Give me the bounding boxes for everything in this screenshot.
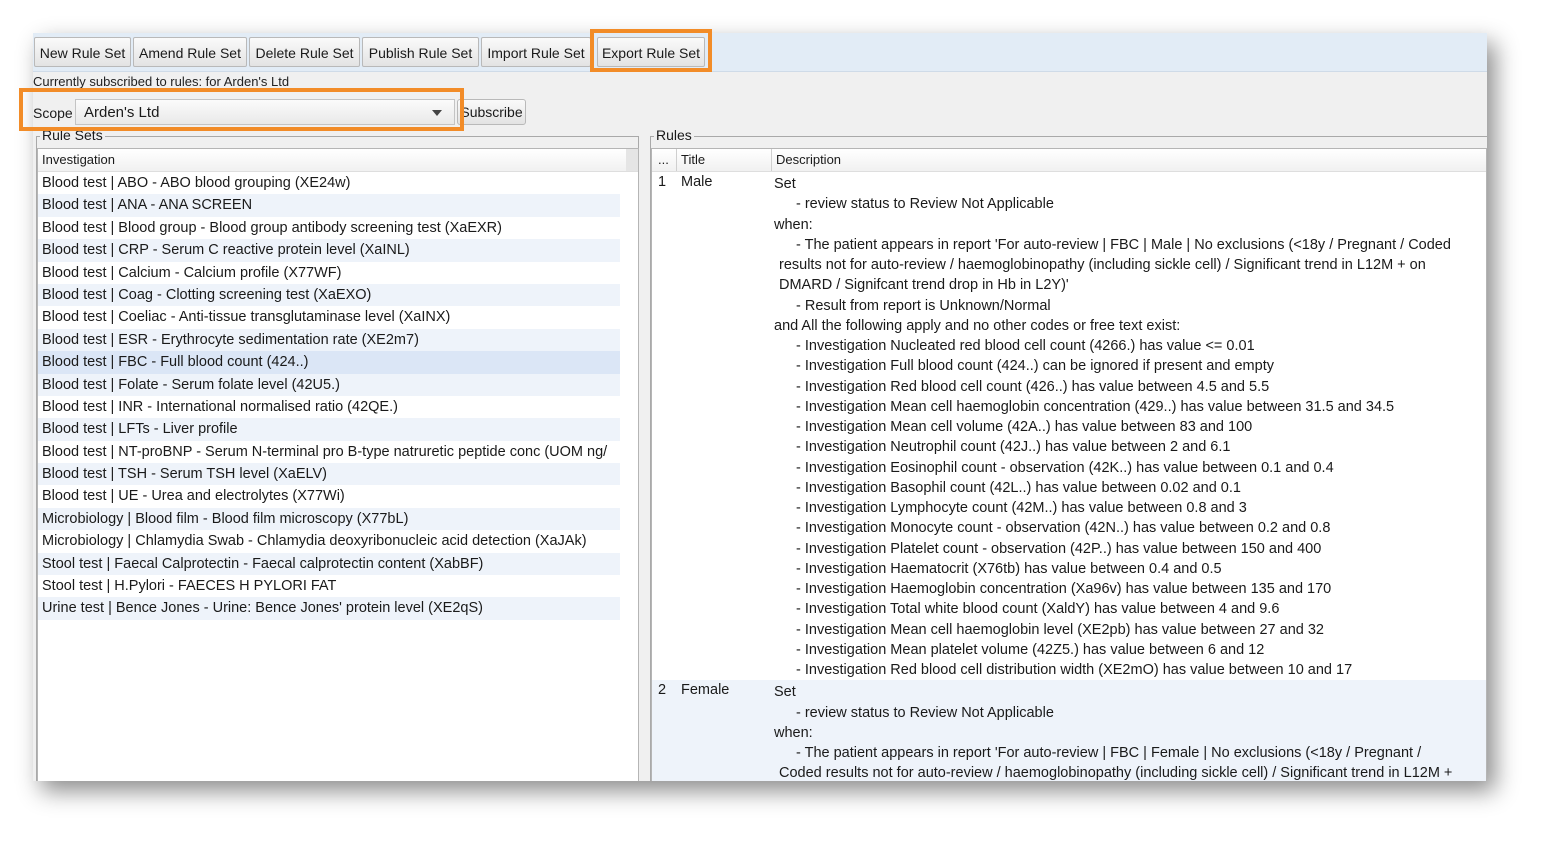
rule-description-line: results not for auto-review / haemoglobi… [779, 257, 1426, 273]
rule-description-line: - Investigation Full blood count (424..)… [796, 358, 1274, 375]
rule-title: Male [681, 174, 713, 190]
subscribe-button[interactable]: Subscribe [457, 99, 526, 125]
rule-title: Female [681, 682, 730, 699]
rule-sets-group-title: Rule Sets [40, 127, 105, 143]
rule-description-line: - Investigation Mean platelet volume (42… [796, 641, 1265, 658]
rule-description-line: - Investigation Nucleated red blood cell… [796, 338, 1255, 354]
scope-dropdown[interactable]: Arden's Ltd [75, 99, 455, 125]
rule-set-list-item[interactable]: Blood test | Calcium - Calcium profile (… [38, 262, 620, 284]
rule-set-list-item[interactable]: Blood test | INR - International normali… [38, 396, 620, 418]
rule-set-list-item[interactable]: Blood test | Blood group - Blood group a… [38, 217, 620, 239]
rules-group-title: Rules [654, 127, 694, 143]
rule-sets-list[interactable]: Investigation Blood test | ABO - ABO blo… [37, 148, 639, 781]
rule-description-line: - Investigation Mean cell haemoglobin co… [796, 398, 1395, 415]
rule-description-line: - Investigation Lymphocyte count (42M..)… [796, 500, 1247, 516]
investigation-header-label: Investigation [42, 152, 115, 167]
rule-description-line: - Investigation Mean cell volume (42A..)… [796, 419, 1253, 435]
rule-row[interactable]: 1 Male Set - review status to Review Not Ap… [652, 172, 1486, 680]
rules-table-header: ... Title Description [652, 149, 1486, 172]
rule-description-line: - review status to Review Not Applicable [796, 196, 1054, 213]
rule-set-list-item[interactable]: Blood test | ABO - ABO blood grouping (X… [38, 172, 620, 194]
rule-description-line: - The patient appears in report 'For aut… [796, 236, 1451, 253]
rule-description-line: - Investigation Red blood cell count (42… [796, 378, 1270, 395]
rule-row[interactable]: 2 Female Set - review status to Review Not … [652, 680, 1486, 781]
rule-description-line: Coded results not for auto-review / haem… [779, 765, 1453, 781]
scope-selected-value: Arden's Ltd [84, 104, 160, 121]
toolbar: New Rule Set Amend Rule Set Delete Rule … [33, 33, 1487, 72]
rule-description: Set - review status to Review Not Applica… [774, 172, 1486, 680]
rule-description-line: - Investigation Monocyte count - observa… [796, 520, 1331, 537]
rules-rows: 1 Male Set - review status to Review Not Ap… [652, 172, 1486, 781]
rule-description-line: - Result from report is Unknown/Normal [796, 297, 1051, 314]
column-header-title[interactable]: Title [677, 149, 772, 171]
rule-set-list-item[interactable]: Microbiology | Chlamydia Swab - Chlamydi… [38, 530, 620, 552]
column-header-index[interactable]: ... [652, 149, 677, 171]
rule-set-list-item[interactable]: Blood test | TSH - Serum TSH level (XaEL… [38, 463, 620, 486]
rule-sets-column-header[interactable]: Investigation [38, 149, 638, 172]
rule-description: Set - review status to Review Not Applica… [774, 680, 1486, 781]
rule-set-list-item[interactable]: Blood test | ANA - ANA SCREEN [38, 194, 620, 217]
rule-set-list-item[interactable]: Blood test | Coag - Clotting screening t… [38, 283, 620, 307]
rule-description-line: - Investigation Haematocrit (X76tb) has … [796, 560, 1222, 577]
subscription-status-text: Currently subscribed to rules: for Arden… [33, 75, 290, 89]
rule-set-list-item[interactable]: Blood test | FBC - Full blood count (424… [38, 351, 620, 374]
new-rule-set-button[interactable]: New Rule Set [34, 37, 131, 67]
import-rule-set-button[interactable]: Import Rule Set [481, 37, 591, 67]
rule-description-line: Set [774, 176, 796, 192]
export-rule-set-button[interactable]: Export Rule Set [597, 37, 705, 67]
rule-set-list-item[interactable]: Urine test | Bence Jones - Urine: Bence … [38, 597, 620, 620]
rules-table[interactable]: ... Title Description 1 Male Set - review s… [651, 148, 1487, 781]
amend-rule-set-button[interactable]: Amend Rule Set [133, 37, 247, 67]
rule-number: 1 [658, 174, 667, 190]
rule-description-line: - Investigation Mean cell haemoglobin le… [796, 621, 1324, 638]
rule-set-list-item[interactable]: Blood test | ESR - Erythrocyte sedimenta… [38, 328, 620, 352]
rule-set-list-item[interactable]: Blood test | LFTs - Liver profile [38, 418, 620, 441]
rule-manager-window: New Rule Set Amend Rule Set Delete Rule … [33, 33, 1487, 781]
rule-description-line: when: [774, 216, 813, 233]
rule-description-line: - Investigation Basophil count (42L..) h… [796, 479, 1241, 496]
rule-set-list-item[interactable]: Blood test | NT-proBNP - Serum N-termina… [38, 441, 620, 463]
rule-set-list-item[interactable]: Blood test | CRP - Serum C reactive prot… [38, 239, 620, 262]
rule-description-line: - Investigation Red blood cell distribut… [796, 662, 1353, 678]
rule-set-list-item[interactable]: Blood test | UE - Urea and electrolytes … [38, 485, 620, 507]
rule-description-line: and All the following apply and no other… [774, 317, 1181, 334]
rule-description-line: DMARD / Signifcant trend drop in Hb in L… [779, 277, 1069, 294]
scrollbar-stub [626, 149, 638, 171]
rule-set-list-item[interactable]: Stool test | H.Pylori - FAECES H PYLORI … [38, 575, 620, 597]
rule-sets-rows: Blood test | ABO - ABO blood grouping (X… [38, 172, 638, 620]
rule-set-list-item[interactable]: Microbiology | Blood film - Blood film m… [38, 507, 620, 531]
rule-description-line: - Investigation Neutrophil count (42J..)… [796, 439, 1231, 456]
rule-set-list-item[interactable]: Blood test | Folate - Serum folate level… [38, 373, 620, 396]
chevron-down-icon [432, 110, 442, 116]
rule-description-line: Set [774, 684, 796, 701]
rule-description-line: - Investigation Platelet count - observa… [796, 540, 1322, 557]
rule-set-list-item[interactable]: Stool test | Faecal Calprotectin - Faeca… [38, 552, 620, 576]
rule-description-line: - Investigation Total white blood count … [796, 601, 1280, 618]
publish-rule-set-button[interactable]: Publish Rule Set [362, 37, 479, 67]
rule-number: 2 [658, 682, 667, 699]
rule-description-line: - The patient appears in report 'For aut… [796, 745, 1422, 761]
rule-description-line: when: [774, 724, 813, 741]
delete-rule-set-button[interactable]: Delete Rule Set [249, 37, 360, 67]
column-header-description[interactable]: Description [772, 149, 1486, 171]
rule-description-line: - Investigation Haemoglobin concentratio… [796, 581, 1332, 597]
rule-set-list-item[interactable]: Blood test | Coeliac - Anti-tissue trans… [38, 306, 620, 328]
rule-description-line: - Investigation Eosinophil count - obser… [796, 459, 1334, 476]
scope-label: Scope [33, 105, 73, 121]
rule-description-line: - review status to Review Not Applicable [796, 704, 1054, 721]
